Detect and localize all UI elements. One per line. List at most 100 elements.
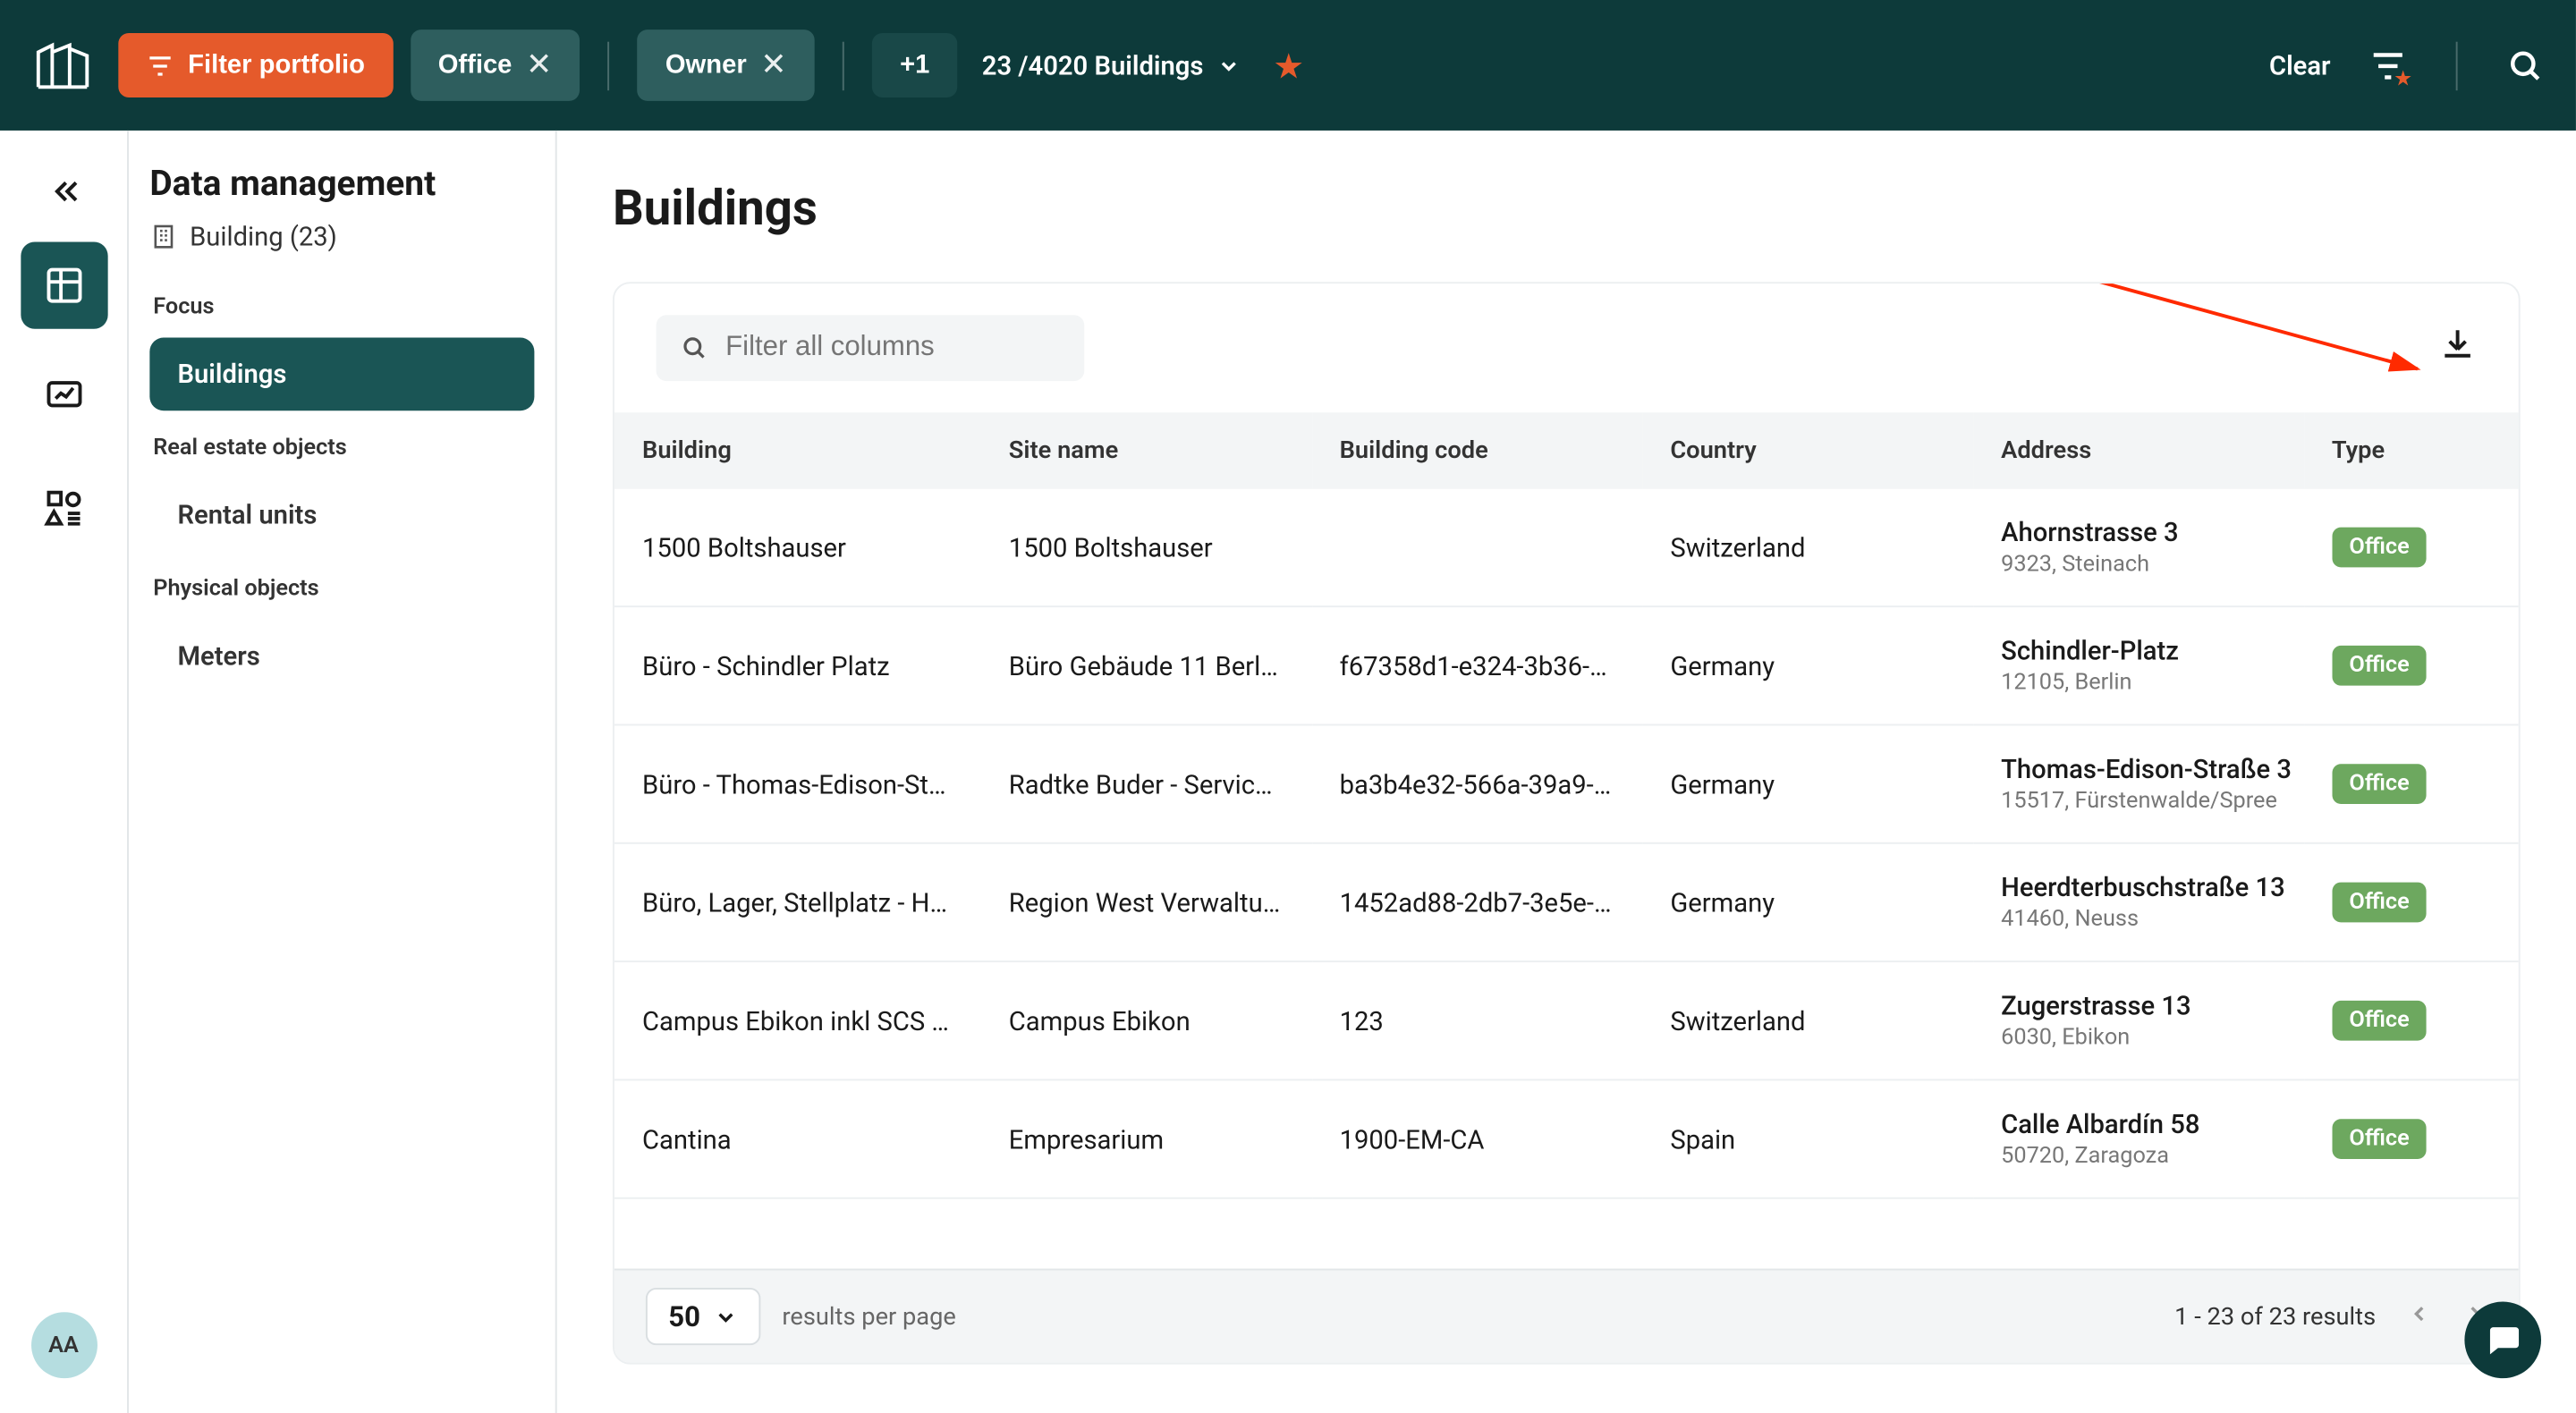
cell-code: ba3b4e32-566a-39a9-83: [1311, 724, 1642, 842]
chevron-down-icon: [715, 1304, 739, 1328]
cell-type: Office: [2304, 724, 2519, 842]
cell-country: Germany: [1642, 724, 1973, 842]
cell-address: Schindler-Platz12105, Berlin: [1973, 606, 2304, 724]
nav-meters[interactable]: Meters: [149, 620, 534, 693]
search-icon: [681, 333, 708, 364]
breadcrumb-text: Building (23): [190, 221, 337, 252]
building-count-dropdown[interactable]: 23 /4020 Buildings: [982, 49, 1241, 80]
building-icon: [149, 223, 177, 250]
table-row[interactable]: Büro - Schindler PlatzBüro Gebäude 11 Be…: [614, 606, 2519, 724]
type-badge: Office: [2332, 646, 2427, 686]
col-country[interactable]: Country: [1642, 412, 1973, 489]
cell-site: Campus Ebikon: [981, 961, 1312, 1079]
table-row[interactable]: 1500 Boltshauser1500 BoltshauserSwitzerl…: [614, 489, 2519, 606]
search-icon[interactable]: [2506, 47, 2545, 85]
cell-site: Büro Gebäude 11 Berlin, S: [981, 606, 1312, 724]
table-filter-input[interactable]: [725, 333, 1060, 364]
cell-site: 1500 Boltshauser: [981, 489, 1312, 606]
cell-address: Thomas-Edison-Straße 315517, Fürstenwald…: [1973, 724, 2304, 842]
cell-country: Switzerland: [1642, 961, 1973, 1079]
nav-buildings[interactable]: Buildings: [149, 338, 534, 411]
chat-fab[interactable]: [2464, 1302, 2541, 1379]
table-row[interactable]: Campus Ebikon inkl SCS EWCCampus Ebikon1…: [614, 961, 2519, 1079]
cell-code: 123: [1311, 961, 1642, 1079]
close-icon[interactable]: ✕: [760, 47, 786, 84]
filter-icon: [146, 51, 174, 79]
cell-country: Spain: [1642, 1079, 1973, 1197]
table-footer: 50 results per page 1 - 23 of 23 results: [614, 1269, 2519, 1363]
count-current: 23: [982, 49, 1012, 80]
col-building[interactable]: Building: [614, 412, 981, 489]
divider: [2456, 41, 2458, 89]
cell-building: Büro - Schindler Platz: [614, 606, 981, 724]
section-real-estate: Real estate objects: [153, 435, 534, 461]
cell-address: Heerdterbuschstraße 1341460, Neuss: [1973, 843, 2304, 961]
table-row[interactable]: Büro - Thomas-Edison-StraßRadtke Buder -…: [614, 724, 2519, 842]
filter-chip-owner[interactable]: Owner ✕: [638, 30, 815, 101]
star-icon[interactable]: ★: [1273, 45, 1304, 87]
col-site[interactable]: Site name: [981, 412, 1312, 489]
cell-building: Büro - Thomas-Edison-Straß: [614, 724, 981, 842]
sidepanel: Data management Building (23) Focus Buil…: [129, 131, 557, 1413]
filter-chip-more[interactable]: +1: [872, 33, 958, 97]
rail-components[interactable]: [20, 465, 106, 552]
main-content: Buildings: [557, 131, 2576, 1413]
cell-site: Region West Verwaltungs: [981, 843, 1312, 961]
type-badge: Office: [2332, 528, 2427, 568]
rail-dashboard[interactable]: [20, 353, 106, 440]
cell-type: Office: [2304, 843, 2519, 961]
download-button[interactable]: [2438, 326, 2477, 371]
clear-button[interactable]: Clear: [2269, 49, 2331, 80]
cell-code: 1900-EM-CA: [1311, 1079, 1642, 1197]
filter-portfolio-button[interactable]: Filter portfolio: [118, 33, 393, 97]
cell-country: Germany: [1642, 843, 1973, 961]
cell-code: f67358d1-e324-3b36-8bc: [1311, 606, 1642, 724]
cell-address: Zugerstrasse 136030, Ebikon: [1973, 961, 2304, 1079]
pager-prev[interactable]: [2407, 1300, 2431, 1333]
table-header-row: Building Site name Building code Country…: [614, 412, 2519, 489]
cell-type: Office: [2304, 961, 2519, 1079]
chip-label: Owner: [665, 50, 747, 80]
buildings-table: Building Site name Building code Country…: [614, 412, 2519, 1199]
cell-site: Radtke Buder - Service Ce: [981, 724, 1312, 842]
user-avatar[interactable]: AA: [30, 1312, 97, 1378]
cell-code: [1311, 489, 1642, 606]
cell-country: Switzerland: [1642, 489, 1973, 606]
cell-building: Cantina: [614, 1079, 981, 1197]
table-filter-input-wrap[interactable]: [657, 315, 1085, 381]
topbar: Filter portfolio Office ✕ Owner ✕ +1 23 …: [0, 0, 2576, 131]
cell-address: Calle Albardín 5850720, Zaragoza: [1973, 1079, 2304, 1197]
rail-data-grid[interactable]: [20, 241, 106, 328]
more-chip-label: +1: [900, 50, 929, 80]
saved-filters-icon[interactable]: ★: [2368, 47, 2407, 85]
sidepanel-title: Data management: [149, 162, 534, 204]
count-total: /4020 Buildings: [1018, 49, 1203, 80]
page-title: Buildings: [613, 179, 2521, 236]
divider: [608, 41, 610, 89]
cell-code: 1452ad88-2db7-3e5e-ae: [1311, 843, 1642, 961]
table-row[interactable]: Büro, Lager, Stellplatz - HeerRegion Wes…: [614, 843, 2519, 961]
section-physical: Physical objects: [153, 576, 534, 602]
col-address[interactable]: Address: [1973, 412, 2304, 489]
per-page-select[interactable]: 50: [646, 1288, 761, 1345]
divider: [843, 41, 844, 89]
section-focus: Focus: [153, 294, 534, 320]
cell-building: Campus Ebikon inkl SCS EWC: [614, 961, 981, 1079]
cell-type: Office: [2304, 606, 2519, 724]
type-badge: Office: [2332, 883, 2427, 923]
collapse-rail-button[interactable]: [20, 165, 106, 217]
left-rail: AA: [0, 131, 129, 1413]
cell-address: Ahornstrasse 39323, Steinach: [1973, 489, 2304, 606]
nav-rental-units[interactable]: Rental units: [149, 478, 534, 552]
filter-chip-office[interactable]: Office ✕: [411, 30, 580, 101]
col-type[interactable]: Type: [2304, 412, 2519, 489]
col-code[interactable]: Building code: [1311, 412, 1642, 489]
sidepanel-breadcrumb[interactable]: Building (23): [149, 221, 534, 252]
close-icon[interactable]: ✕: [526, 47, 552, 84]
app-logo[interactable]: [31, 34, 94, 97]
cell-type: Office: [2304, 489, 2519, 606]
type-badge: Office: [2332, 764, 2427, 804]
download-icon: [2438, 326, 2477, 364]
cell-type: Office: [2304, 1079, 2519, 1197]
table-row[interactable]: CantinaEmpresarium1900-EM-CASpainCalle A…: [614, 1079, 2519, 1197]
